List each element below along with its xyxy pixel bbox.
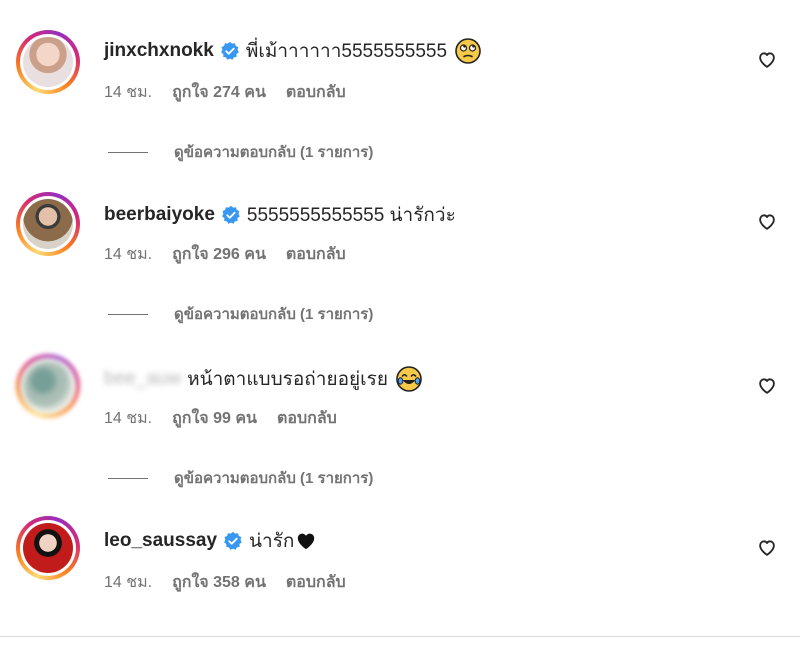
comment-time[interactable]: 14 ชม. xyxy=(104,242,152,267)
tears-of-joy-emoji-icon xyxy=(396,366,422,392)
likes-count[interactable]: ถูกใจ 296 คน xyxy=(172,242,266,267)
divider-dash xyxy=(108,151,148,153)
comment-item: leo_saussay น่ารัก 14 ชม. ถูกใจ 358 คน ต… xyxy=(0,516,800,616)
reply-button[interactable]: ตอบกลับ xyxy=(277,406,337,431)
comment-item: beerbaiyoke 5555555555555 น่ารักว่ะ 14 ช… xyxy=(0,190,800,323)
heart-icon[interactable] xyxy=(756,48,778,70)
verified-badge-icon xyxy=(221,205,240,224)
view-replies-button[interactable]: ดูข้อความตอบกลับ (1 รายการ) xyxy=(108,302,373,326)
bottom-divider xyxy=(0,636,800,637)
verified-badge-icon xyxy=(224,531,242,550)
avatar[interactable] xyxy=(16,192,80,256)
comment-text: พี่เม้าาาาาา5555555555 xyxy=(245,41,448,62)
username[interactable]: beerbaiyoke xyxy=(104,204,215,226)
view-replies-button[interactable]: ดูข้อความตอบกลับ (1 รายการ) xyxy=(108,466,373,490)
heart-icon[interactable] xyxy=(756,210,778,232)
avatar[interactable] xyxy=(16,354,80,418)
avatar[interactable] xyxy=(16,30,80,94)
comment-time[interactable]: 14 ชม. xyxy=(104,570,152,595)
reply-button[interactable]: ตอบกลับ xyxy=(286,242,346,267)
verified-badge-icon xyxy=(220,41,239,60)
likes-count[interactable]: ถูกใจ 358 คน xyxy=(172,570,266,595)
black-heart-emoji-icon xyxy=(298,533,315,550)
likes-count[interactable]: ถูกใจ 99 คน xyxy=(172,406,257,431)
view-replies-label: ดูข้อความตอบกลับ (1 รายการ) xyxy=(174,306,374,323)
likes-count[interactable]: ถูกใจ 274 คน xyxy=(172,80,266,105)
divider-dash xyxy=(108,477,148,479)
view-replies-label: ดูข้อความตอบกลับ (1 รายการ) xyxy=(174,470,374,487)
view-replies-label: ดูข้อความตอบกลับ (1 รายการ) xyxy=(174,144,374,161)
avatar[interactable] xyxy=(16,516,80,580)
username[interactable]: jinxchxnokk xyxy=(104,40,214,62)
comment-time[interactable]: 14 ชม. xyxy=(104,80,152,105)
comment-text: น่ารัก xyxy=(249,531,295,552)
username[interactable]: bee_auw xyxy=(104,368,181,390)
username[interactable]: leo_saussay xyxy=(104,530,217,552)
reply-button[interactable]: ตอบกลับ xyxy=(286,80,346,105)
comment-text: หน้าตาแบบรอถ่ายอยู่เรย xyxy=(187,369,388,390)
reply-button[interactable]: ตอบกลับ xyxy=(286,570,346,595)
rolling-eyes-emoji-icon xyxy=(455,38,481,64)
comment-text: 5555555555555 น่ารักว่ะ xyxy=(246,205,456,226)
divider-dash xyxy=(108,313,148,315)
view-replies-button[interactable]: ดูข้อความตอบกลับ (1 รายการ) xyxy=(108,140,373,164)
heart-icon[interactable] xyxy=(756,536,778,558)
comment-time[interactable]: 14 ชม. xyxy=(104,406,152,431)
comment-item: jinxchxnokk พี่เม้าาาาาา5555555555 14 ชม… xyxy=(0,28,800,161)
heart-icon[interactable] xyxy=(756,374,778,396)
comment-item: bee_auw หน้าตาแบบรอถ่ายอยู่เรย 14 ชม. ถู… xyxy=(0,352,800,487)
